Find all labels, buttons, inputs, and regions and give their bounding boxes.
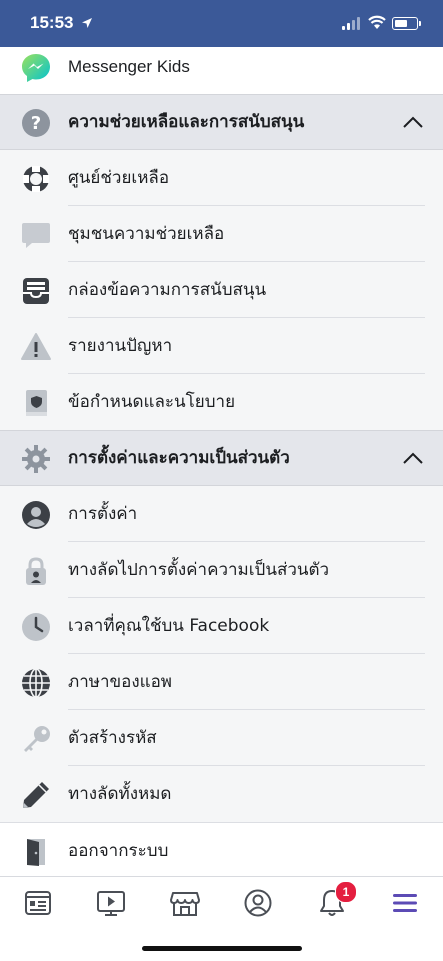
section-settings-privacy[interactable]: การตั้งค่าและความเป็นส่วนตัว (0, 430, 443, 486)
menu-list: Messenger Kids ? ความช่วยเหลือและการสนับ… (0, 47, 443, 878)
menu-item-log-out[interactable]: ออกจากระบบ (0, 822, 443, 878)
tab-menu[interactable] (387, 885, 423, 921)
tab-news-feed[interactable] (20, 885, 56, 921)
menu-item-your-time[interactable]: เวลาที่คุณใช้บน Facebook (0, 598, 443, 654)
menu-item-messenger-kids[interactable]: Messenger Kids (0, 47, 443, 94)
gear-icon (22, 445, 50, 473)
svg-text:?: ? (31, 113, 41, 134)
section-title: ความช่วยเหลือและการสนับสนุน (68, 112, 305, 132)
menu-item-app-language[interactable]: ภาษาของแอพ (0, 654, 443, 710)
menu-item-settings[interactable]: การตั้งค่า (0, 486, 443, 542)
door-icon (27, 839, 45, 866)
policy-book-icon (26, 390, 47, 416)
chevron-up-icon[interactable] (401, 111, 425, 135)
storefront-icon (170, 892, 200, 916)
menu-item-privacy-shortcuts[interactable]: ทางลัดไปการตั้งค่าความเป็นส่วนตัว (0, 542, 443, 598)
menu-item-code-generator[interactable]: ตัวสร้างรหัส (0, 710, 443, 766)
profile-icon (22, 501, 50, 529)
chevron-up-icon[interactable] (401, 447, 425, 471)
news-feed-icon (25, 891, 51, 915)
pencil-icon (23, 782, 49, 808)
video-play-icon (97, 891, 125, 916)
status-time: 15:53 (30, 13, 74, 32)
battery-icon (392, 17, 421, 30)
tab-watch[interactable] (93, 885, 129, 921)
menu-item-label: ภาษาของแอพ (68, 672, 173, 692)
tab-marketplace[interactable] (167, 885, 203, 921)
hamburger-menu-icon (393, 894, 417, 912)
status-bar: 15:53 (0, 0, 443, 47)
globe-icon (22, 668, 50, 698)
lock-icon (26, 557, 46, 585)
menu-item-help-community[interactable]: ชุมชนความช่วยเหลือ (0, 206, 443, 262)
menu-item-report-problem[interactable]: รายงานปัญหา (0, 318, 443, 374)
menu-item-terms-policies[interactable]: ข้อกำหนดและนโยบาย (0, 374, 443, 430)
clock-icon (22, 613, 50, 641)
menu-item-label: การตั้งค่า (68, 504, 138, 524)
lifebuoy-icon (23, 166, 49, 192)
inbox-tray-icon (23, 278, 49, 304)
messenger-kids-icon (22, 54, 50, 82)
menu-item-help-center[interactable]: ศูนย์ช่วยเหลือ (0, 150, 443, 206)
notification-badge: 1 (335, 881, 357, 903)
menu-item-label: กล่องข้อความการสนับสนุน (68, 280, 267, 300)
section-title: การตั้งค่าและความเป็นส่วนตัว (68, 448, 290, 468)
menu-item-label: ศูนย์ช่วยเหลือ (68, 168, 170, 188)
wifi-icon (368, 15, 386, 29)
tab-profile[interactable] (240, 885, 276, 921)
warning-triangle-icon (21, 333, 51, 360)
menu-item-label: รายงานปัญหา (68, 336, 173, 356)
speech-bubble-icon (22, 223, 50, 248)
menu-item-label: ชุมชนความช่วยเหลือ (68, 224, 225, 244)
menu-item-label: ตัวสร้างรหัส (68, 728, 157, 748)
key-icon (24, 726, 50, 752)
menu-item-label: ออกจากระบบ (68, 841, 169, 861)
menu-item-label: ทางลัดทั้งหมด (68, 784, 172, 804)
home-indicator[interactable] (142, 946, 302, 951)
location-arrow-icon (82, 18, 92, 28)
question-mark-icon: ? (22, 109, 50, 137)
menu-item-support-inbox[interactable]: กล่องข้อความการสนับสนุน (0, 262, 443, 318)
section-help-support[interactable]: ? ความช่วยเหลือและการสนับสนุน (0, 94, 443, 150)
menu-item-all-shortcuts[interactable]: ทางลัดทั้งหมด (0, 766, 443, 822)
menu-item-label: ทางลัดไปการตั้งค่าความเป็นส่วนตัว (68, 560, 330, 580)
menu-item-label: เวลาที่คุณใช้บน Facebook (68, 616, 270, 636)
menu-item-label: Messenger Kids (68, 57, 190, 76)
menu-item-label: ข้อกำหนดและนโยบาย (68, 392, 236, 412)
profile-circle-icon (244, 889, 272, 917)
